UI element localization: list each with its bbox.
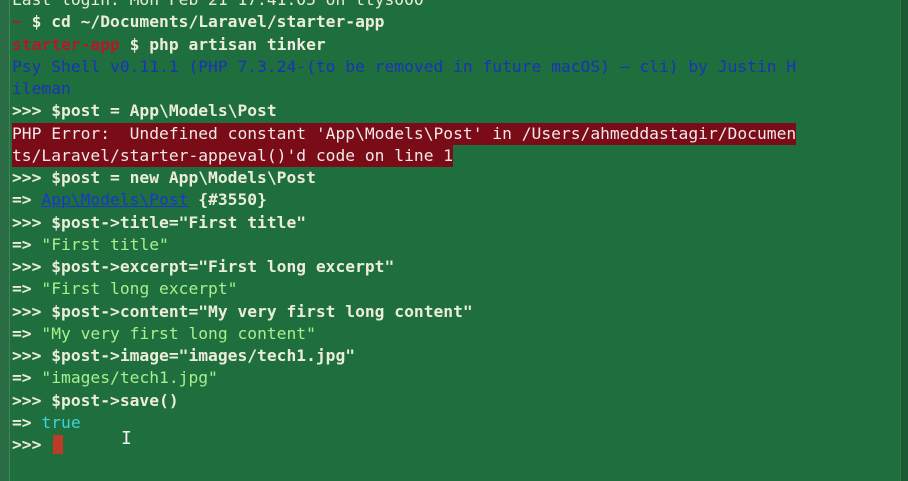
terminal-output[interactable]: Last login: Mon Feb 21 17:41:05 on ttys0… [12, 0, 900, 456]
terminal-line: => "My very first long content" [12, 323, 900, 345]
terminal-text: >>> $post = new App\Models\Post [12, 168, 316, 187]
terminal-text: => [12, 323, 42, 343]
terminal-text: >>> $post = App\Models\Post [12, 101, 277, 121]
prompt-directory: ~ [12, 12, 32, 32]
terminal-text: => [12, 368, 42, 388]
terminal-text: >>> $post->title="First title" [12, 212, 307, 232]
terminal-text: => [12, 412, 42, 432]
terminal-text: >>> $post->image="images/tech1.jpg" [12, 346, 356, 365]
terminal-text: => [12, 234, 42, 254]
left-edge-strip [0, 0, 10, 481]
psy-shell-banner: Psy Shell v0.11.1 (PHP 7.3.24-(to be rem… [12, 56, 797, 76]
class-name-link[interactable]: App\Models\Post [41, 190, 188, 209]
terminal-line: => "First title" [12, 234, 900, 256]
terminal-text: >>> $post->save() [12, 390, 179, 410]
i-beam-pointer-icon: I [121, 428, 132, 449]
terminal-text: >>> $post->excerpt="First long excerpt" [12, 257, 395, 276]
psy-shell-banner: ileman [12, 79, 71, 98]
terminal-text: >>> $post->content="My very first long c… [12, 301, 473, 321]
terminal-line: >>> $post->title="First title" [12, 212, 900, 234]
terminal-line: ts/Laravel/starter-appeval()'d code on l… [12, 144, 900, 167]
terminal-line: starter-app $ php artisan tinker [12, 34, 900, 56]
right-edge-strip [900, 0, 908, 481]
terminal-text: >>> [12, 435, 52, 454]
terminal-line: PHP Error: Undefined constant 'App\Model… [12, 122, 900, 145]
block-cursor [53, 435, 64, 454]
terminal-text: => [12, 190, 42, 210]
string-output: "First title" [41, 234, 169, 254]
error-text: PHP Error: Undefined constant 'App\Model… [12, 122, 797, 145]
prompt-directory: starter-app [12, 34, 120, 54]
terminal-line: >>> $post = App\Models\Post [12, 100, 900, 122]
terminal-window[interactable]: Last login: Mon Feb 21 17:41:05 on ttys0… [0, 0, 908, 481]
boolean-output: true [41, 412, 81, 432]
terminal-text: {#3550} [188, 190, 267, 210]
terminal-line: >>> $post = new App\Models\Post [12, 167, 900, 189]
string-output: "My very first long content" [41, 323, 316, 343]
terminal-line: => "First long excerpt" [12, 278, 900, 300]
string-output: "images/tech1.jpg" [41, 368, 218, 388]
string-output: "First long excerpt" [41, 279, 238, 299]
terminal-line: >>> $post->image="images/tech1.jpg" [12, 345, 900, 367]
terminal-text: Last login: Mon Feb 21 17:41:05 on ttys0… [12, 0, 424, 9]
terminal-line: >>> $post->save() [12, 390, 900, 412]
terminal-line: >>> [12, 434, 900, 456]
terminal-line: => true [12, 412, 900, 434]
error-text: ts/Laravel/starter-appeval()'d code on l… [12, 144, 454, 167]
terminal-line: => "images/tech1.jpg" [12, 367, 900, 389]
terminal-line: >>> $post->excerpt="First long excerpt" [12, 256, 900, 278]
terminal-line: => App\Models\Post {#3550} [12, 189, 900, 211]
terminal-line: Last login: Mon Feb 21 17:41:05 on ttys0… [12, 0, 900, 11]
terminal-line: >>> $post->content="My very first long c… [12, 301, 900, 323]
terminal-line: ~ $ cd ~/Documents/Laravel/starter-app [12, 11, 900, 33]
terminal-line: ileman [12, 78, 900, 100]
terminal-text: $ php artisan tinker [119, 34, 326, 54]
terminal-line: Psy Shell v0.11.1 (PHP 7.3.24-(to be rem… [12, 56, 900, 78]
terminal-text: => [12, 279, 42, 299]
terminal-text: $ cd ~/Documents/Laravel/starter-app [31, 12, 385, 32]
